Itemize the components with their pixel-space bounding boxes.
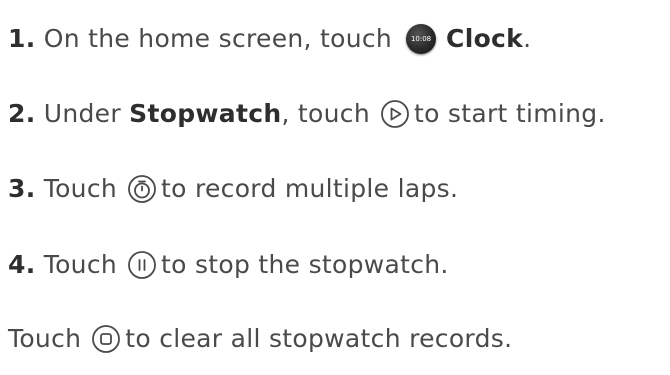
clock-label: Clock bbox=[446, 24, 524, 53]
step-number: 1. bbox=[8, 24, 36, 53]
pause-icon bbox=[127, 250, 157, 280]
lap-timer-icon bbox=[127, 174, 157, 204]
step-text: Touch bbox=[43, 174, 118, 203]
step-number: 2. bbox=[8, 99, 36, 128]
step-text: Touch bbox=[43, 250, 118, 279]
step-number: 3. bbox=[8, 174, 36, 203]
step-text: On the home screen, touch bbox=[43, 24, 393, 53]
step-text: Under bbox=[43, 99, 121, 128]
clock-app-icon-time: 10:08 bbox=[410, 35, 432, 43]
step-4: 4. Touch to stop the stopwatch. bbox=[8, 249, 449, 281]
step-3: 3. Touch to record multiple laps. bbox=[8, 173, 458, 205]
note-text-end: to clear all stopwatch records. bbox=[125, 324, 513, 353]
clock-app-icon: 10:08 bbox=[406, 24, 437, 54]
stopwatch-label: Stopwatch bbox=[129, 99, 282, 128]
step-number: 4. bbox=[8, 250, 36, 279]
note-text: Touch bbox=[8, 324, 82, 353]
step-text-end: to record multiple laps. bbox=[161, 174, 459, 203]
step-text-mid: , touch bbox=[281, 99, 370, 128]
step-1: 1. On the home screen, touch 10:08 Clock… bbox=[8, 23, 531, 55]
step-text-end: to start timing. bbox=[413, 99, 606, 128]
step-text-end: . bbox=[523, 24, 532, 53]
step-2: 2. Under Stopwatch , touch to start timi… bbox=[8, 98, 606, 130]
play-icon bbox=[380, 99, 410, 129]
reset-icon bbox=[91, 324, 121, 354]
reset-note: Touch to clear all stopwatch records. bbox=[8, 323, 512, 355]
step-text-end: to stop the stopwatch. bbox=[161, 250, 449, 279]
